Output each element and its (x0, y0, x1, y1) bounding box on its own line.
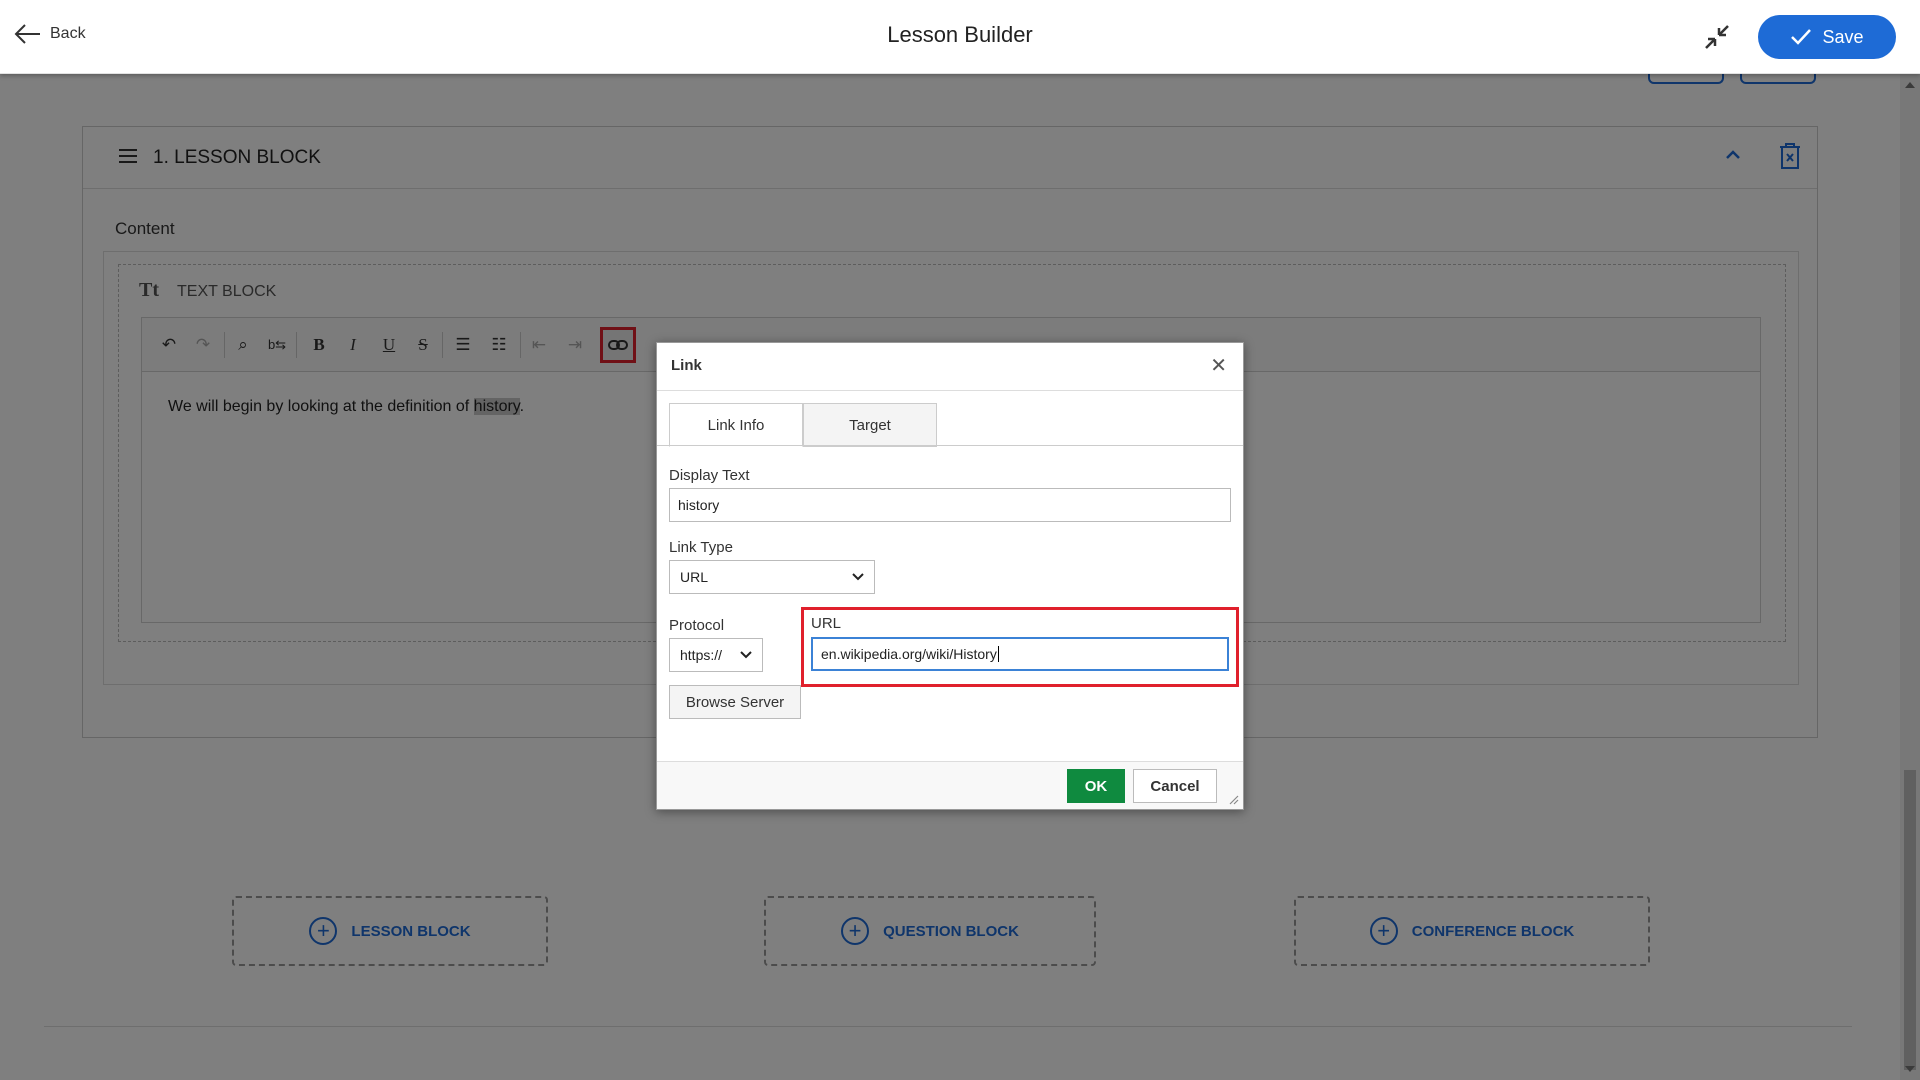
chevron-down-icon (740, 651, 752, 659)
save-button[interactable]: Save (1758, 15, 1896, 59)
link-type-select[interactable]: URL (669, 560, 875, 594)
cancel-button[interactable]: Cancel (1133, 769, 1217, 803)
display-text-input[interactable]: history (669, 488, 1231, 522)
display-text-label: Display Text (669, 467, 750, 484)
link-type-label: Link Type (669, 539, 733, 556)
chevron-down-icon (852, 573, 864, 581)
tab-divider (657, 445, 1243, 446)
ok-button[interactable]: OK (1067, 769, 1125, 803)
tab-target[interactable]: Target (803, 403, 937, 447)
check-icon (1791, 29, 1812, 45)
protocol-select[interactable]: https:// (669, 638, 763, 672)
url-input[interactable]: en.wikipedia.org/wiki/History (811, 637, 1229, 671)
app-header: Back Lesson Builder Save (0, 0, 1920, 74)
protocol-label: Protocol (669, 617, 725, 634)
url-value: en.wikipedia.org/wiki/History (821, 646, 997, 662)
browse-server-button[interactable]: Browse Server (669, 685, 801, 719)
text-caret (997, 646, 999, 662)
page-title: Lesson Builder (887, 22, 1033, 47)
tab-link-info[interactable]: Link Info (669, 403, 803, 447)
dialog-title: Link (671, 357, 702, 374)
protocol-value: https:// (680, 647, 723, 663)
save-label: Save (1822, 26, 1864, 47)
resize-grip-icon[interactable] (1229, 795, 1239, 805)
close-icon[interactable]: ✕ (1210, 355, 1227, 377)
link-dialog: Link ✕ Link Info Target Display Text his… (656, 342, 1244, 810)
link-type-value: URL (680, 569, 709, 585)
dialog-header: Link ✕ (657, 343, 1243, 391)
collapse-icon[interactable] (1702, 22, 1732, 52)
dialog-footer: OK Cancel (657, 761, 1243, 809)
url-label: URL (811, 615, 842, 632)
